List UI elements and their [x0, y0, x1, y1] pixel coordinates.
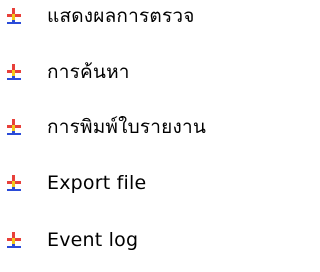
pushpin-bullet-icon	[7, 64, 21, 80]
menu-item-label: การค้นหา	[47, 61, 130, 83]
menu-item-print-report[interactable]: การพิมพ์ใบรายงาน	[0, 111, 273, 151]
menu-item-show-results[interactable]: แสดงผลการตรวจ	[0, 0, 273, 40]
pushpin-bullet-icon	[7, 8, 21, 24]
pushpin-bullet-icon	[7, 175, 21, 191]
menu-item-label: แสดงผลการตรวจ	[47, 5, 195, 27]
pushpin-bullet-icon	[7, 119, 21, 135]
menu-item-label: การพิมพ์ใบรายงาน	[47, 116, 207, 138]
menu-item-label: Export file	[47, 172, 147, 194]
pushpin-bullet-icon	[7, 232, 21, 248]
menu-item-event-log[interactable]: Event log	[0, 224, 273, 264]
menu-item-label: Event log	[47, 229, 139, 251]
menu-item-export-file[interactable]: Export file	[0, 167, 273, 207]
menu-item-search[interactable]: การค้นหา	[0, 56, 273, 96]
navigation-menu: แสดงผลการตรวจ การค้นหา การพิมพ์ใบรายงาน	[0, 0, 273, 272]
